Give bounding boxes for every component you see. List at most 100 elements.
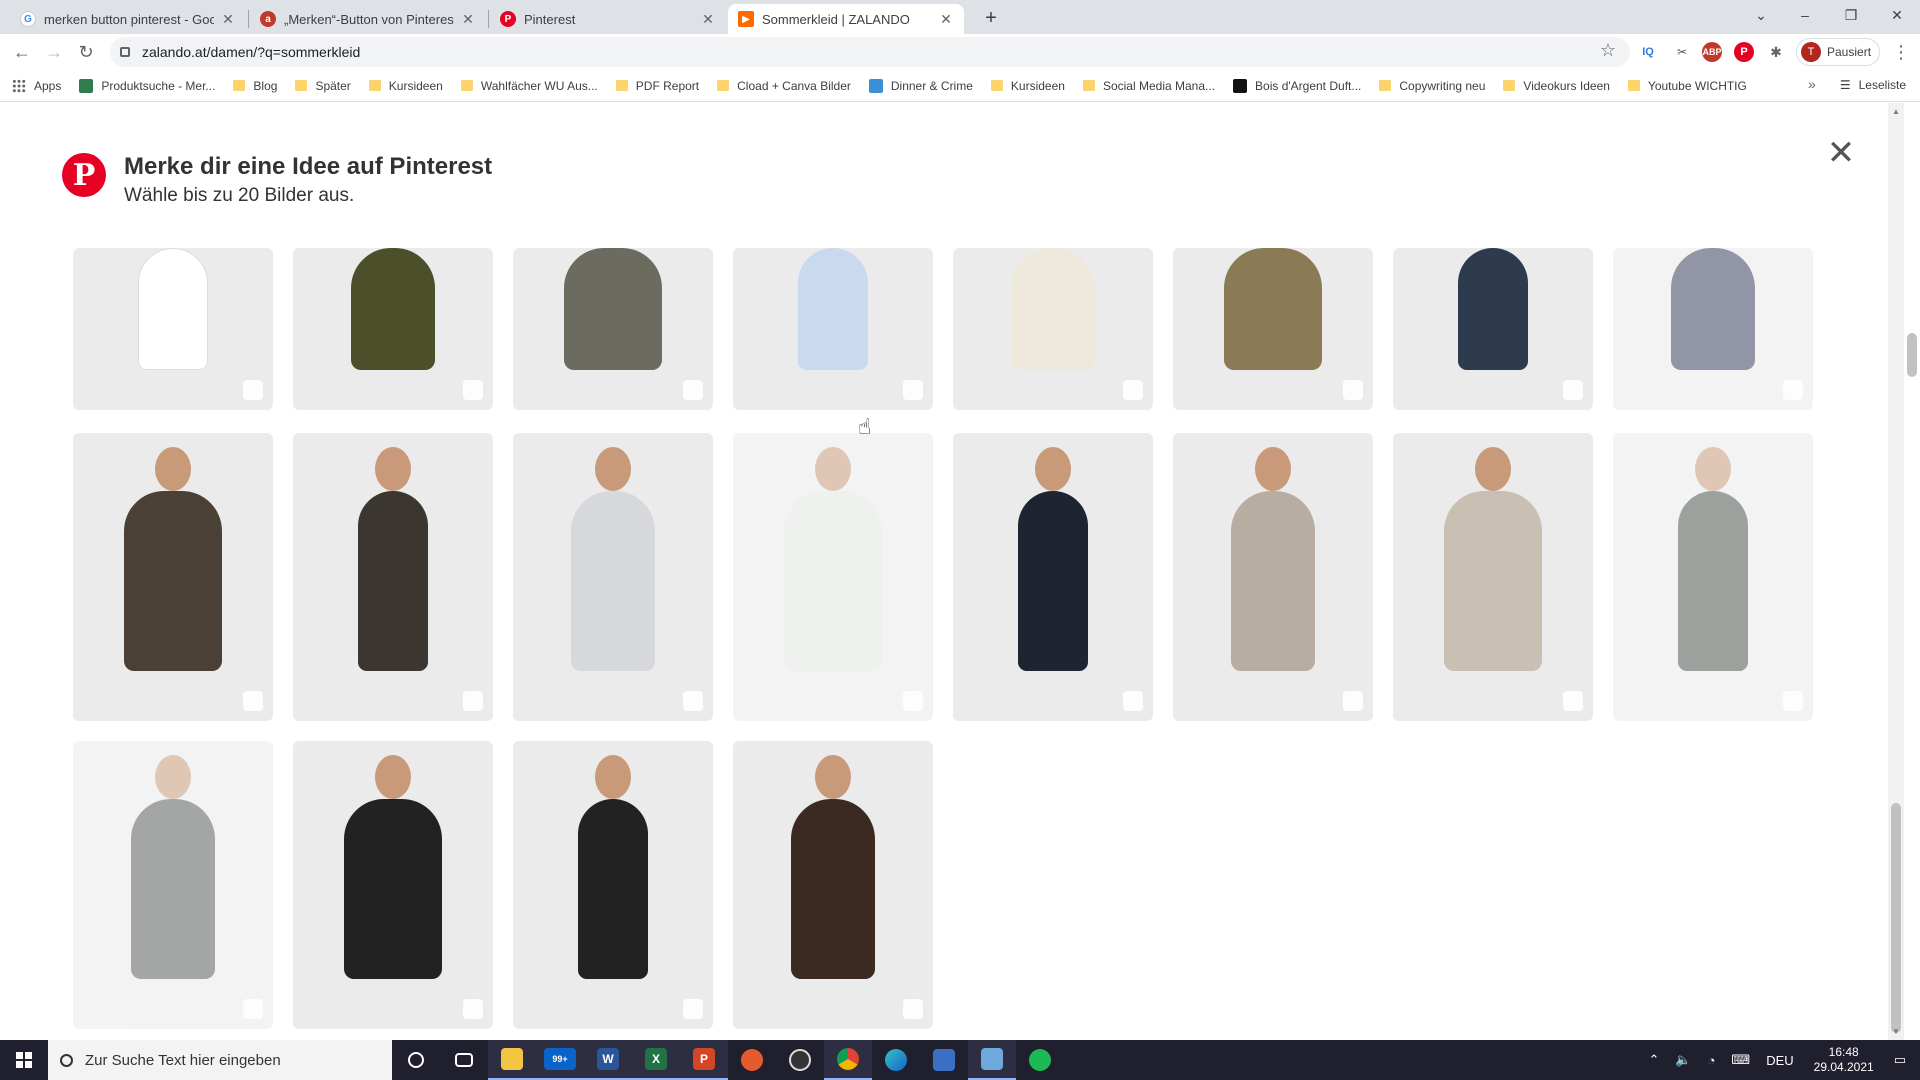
bookmark-apps[interactable]: Apps bbox=[12, 78, 61, 93]
bookmark-folder[interactable]: Später bbox=[295, 79, 351, 93]
close-tab-icon[interactable]: ✕ bbox=[460, 11, 476, 28]
image-tile[interactable] bbox=[1613, 248, 1813, 410]
image-tile[interactable] bbox=[513, 433, 713, 721]
select-checkbox[interactable] bbox=[1123, 691, 1143, 711]
extension-icon[interactable]: ✂ bbox=[1672, 42, 1692, 62]
language-indicator[interactable]: DEU bbox=[1766, 1053, 1793, 1068]
scroll-down-icon[interactable]: ▼ bbox=[1892, 1027, 1900, 1036]
menu-icon[interactable]: ⋮ bbox=[1892, 42, 1910, 63]
edge-icon[interactable] bbox=[872, 1040, 920, 1080]
image-tile[interactable] bbox=[733, 248, 933, 410]
image-tile[interactable] bbox=[953, 433, 1153, 721]
bookmark-dinner-crime[interactable]: Dinner & Crime bbox=[868, 78, 973, 93]
reload-icon[interactable]: ↻ bbox=[74, 40, 98, 64]
bookmark-folder[interactable]: PDF Report bbox=[615, 79, 699, 93]
outer-scrollbar-thumb[interactable] bbox=[1907, 333, 1917, 377]
profile-button[interactable]: T Pausiert bbox=[1796, 38, 1880, 66]
outer-scrollbar[interactable] bbox=[1904, 103, 1920, 1040]
notepad-icon[interactable] bbox=[968, 1040, 1016, 1080]
image-tile[interactable] bbox=[73, 433, 273, 721]
cortana-icon[interactable] bbox=[392, 1040, 440, 1080]
scrollbar-thumb[interactable] bbox=[1891, 803, 1901, 1033]
image-tile[interactable] bbox=[513, 741, 713, 1029]
bookmark-folder[interactable]: Social Media Mana... bbox=[1082, 79, 1215, 93]
close-modal-icon[interactable]: ✕ bbox=[1826, 136, 1856, 170]
select-checkbox[interactable] bbox=[903, 380, 923, 400]
forward-icon[interactable]: → bbox=[42, 40, 66, 64]
image-tile[interactable] bbox=[73, 741, 273, 1029]
notification-icon[interactable]: ▭ bbox=[1894, 1052, 1906, 1068]
image-tile[interactable] bbox=[513, 248, 713, 410]
chrome-icon[interactable] bbox=[824, 1040, 872, 1080]
select-checkbox[interactable] bbox=[683, 999, 703, 1019]
back-icon[interactable]: ← bbox=[10, 40, 34, 64]
select-checkbox[interactable] bbox=[463, 999, 483, 1019]
select-checkbox[interactable] bbox=[1783, 691, 1803, 711]
select-checkbox[interactable] bbox=[903, 691, 923, 711]
select-checkbox[interactable] bbox=[1563, 691, 1583, 711]
image-tile[interactable] bbox=[293, 741, 493, 1029]
bookmark-produktsuche[interactable]: Produktsuche - Mer... bbox=[79, 78, 215, 93]
start-button[interactable] bbox=[0, 1040, 48, 1080]
tab-search-icon[interactable]: ⌄ bbox=[1738, 0, 1784, 30]
taskbar-search[interactable]: Zur Suche Text hier eingeben bbox=[48, 1040, 392, 1080]
image-tile[interactable] bbox=[293, 248, 493, 410]
close-tab-icon[interactable]: ✕ bbox=[700, 11, 716, 28]
restore-button[interactable]: ❐ bbox=[1828, 0, 1874, 30]
close-tab-icon[interactable]: ✕ bbox=[220, 11, 236, 28]
select-checkbox[interactable] bbox=[243, 999, 263, 1019]
scroll-up-icon[interactable]: ▲ bbox=[1892, 107, 1900, 116]
lock-icon[interactable] bbox=[120, 47, 130, 57]
bookmark-star-icon[interactable]: ☆ bbox=[1600, 40, 1616, 61]
iq-extension-icon[interactable]: IQ bbox=[1638, 42, 1658, 62]
clock[interactable]: 16:48 29.04.2021 bbox=[1814, 1045, 1874, 1075]
spotify-icon[interactable] bbox=[1016, 1040, 1064, 1080]
select-checkbox[interactable] bbox=[463, 380, 483, 400]
bookmark-bois-dargent[interactable]: Bois d'Argent Duft... bbox=[1233, 78, 1361, 93]
task-view-icon[interactable] bbox=[440, 1040, 488, 1080]
more-bookmarks-button[interactable]: » bbox=[1808, 76, 1816, 92]
close-tab-icon[interactable]: ✕ bbox=[938, 11, 954, 28]
image-tile[interactable] bbox=[1173, 248, 1373, 410]
tab-pinterest[interactable]: P Pinterest ✕ bbox=[490, 4, 726, 34]
select-checkbox[interactable] bbox=[683, 380, 703, 400]
page-scrollbar[interactable]: ▲ ▼ bbox=[1888, 103, 1904, 1040]
bookmark-folder[interactable]: Kursideen bbox=[990, 79, 1065, 93]
wifi-icon[interactable]: ◔ bbox=[1708, 1053, 1716, 1068]
select-checkbox[interactable] bbox=[243, 380, 263, 400]
image-tile[interactable] bbox=[73, 248, 273, 410]
bookmark-folder[interactable]: Youtube WICHTIG bbox=[1627, 79, 1747, 93]
image-tile[interactable] bbox=[1173, 433, 1373, 721]
bookmark-folder[interactable]: Cload + Canva Bilder bbox=[717, 79, 851, 93]
select-checkbox[interactable] bbox=[1343, 380, 1363, 400]
select-checkbox[interactable] bbox=[243, 691, 263, 711]
bookmark-folder[interactable]: Wahlfächer WU Aus... bbox=[460, 79, 598, 93]
adblock-icon[interactable]: ABP bbox=[1702, 42, 1722, 62]
app-icon[interactable] bbox=[728, 1040, 776, 1080]
image-tile[interactable] bbox=[1393, 248, 1593, 410]
excel-icon[interactable]: X bbox=[632, 1040, 680, 1080]
new-tab-button[interactable]: + bbox=[978, 6, 1004, 32]
image-tile[interactable] bbox=[733, 741, 933, 1029]
select-checkbox[interactable] bbox=[463, 691, 483, 711]
minimize-button[interactable]: – bbox=[1782, 0, 1828, 30]
keyboard-icon[interactable]: ⌨ bbox=[1731, 1052, 1750, 1068]
select-checkbox[interactable] bbox=[903, 999, 923, 1019]
word-icon[interactable]: W bbox=[584, 1040, 632, 1080]
select-checkbox[interactable] bbox=[1563, 380, 1583, 400]
mail-icon[interactable]: 99+ bbox=[536, 1040, 584, 1080]
select-checkbox[interactable] bbox=[683, 691, 703, 711]
obs-icon[interactable] bbox=[776, 1040, 824, 1080]
bookmark-folder[interactable]: Blog bbox=[233, 79, 277, 93]
reading-list-button[interactable]: ☰ Leseliste bbox=[1840, 78, 1906, 92]
image-tile[interactable] bbox=[953, 248, 1153, 410]
tab-merken-button[interactable]: a „Merken“-Button von Pinterest - ✕ bbox=[250, 4, 486, 34]
address-bar[interactable]: zalando.at/damen/?q=sommerkleid ☆ bbox=[110, 37, 1630, 67]
file-explorer-icon[interactable] bbox=[488, 1040, 536, 1080]
bookmark-folder[interactable]: Kursideen bbox=[368, 79, 443, 93]
select-checkbox[interactable] bbox=[1343, 691, 1363, 711]
image-tile[interactable] bbox=[293, 433, 493, 721]
tab-zalando[interactable]: ▶ Sommerkleid | ZALANDO ✕ bbox=[728, 4, 964, 34]
volume-icon[interactable]: 🔈 bbox=[1675, 1052, 1691, 1068]
chevron-up-icon[interactable]: ⌃ bbox=[1648, 1052, 1659, 1068]
